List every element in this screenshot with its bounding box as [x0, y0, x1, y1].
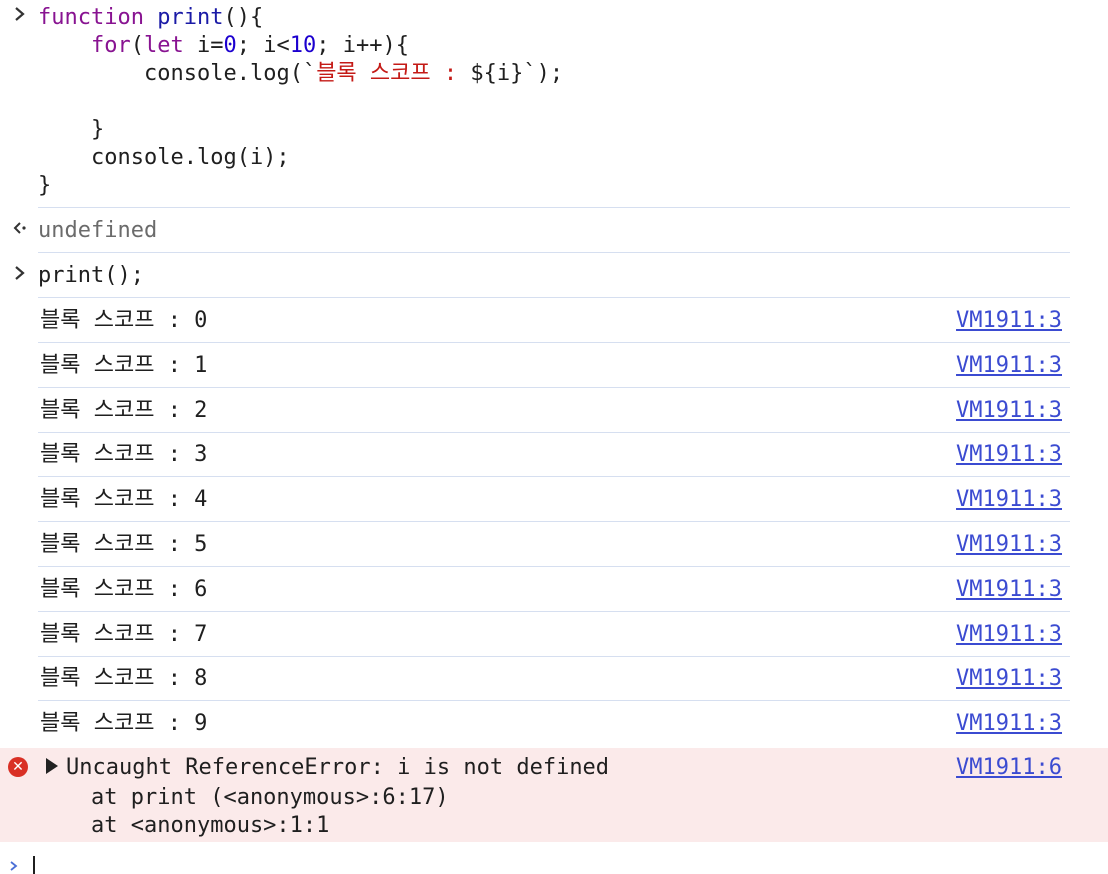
stack-frame-2: at <anonymous>:1:1 — [91, 813, 330, 838]
log-source-link[interactable]: VM1911:3 — [956, 665, 1062, 693]
code-template-expr: ${i}`); — [470, 61, 564, 86]
chevron-right-icon-svg — [15, 266, 25, 280]
row-separator — [38, 297, 1070, 298]
code-line-2: for(let i=0; i<10; i++){ — [91, 32, 409, 60]
keyword-function: function — [38, 5, 144, 30]
result-undefined: undefined — [38, 218, 158, 243]
chevron-right-icon — [10, 263, 30, 288]
code-punct: (){ — [223, 5, 264, 30]
log-source-link[interactable]: VM1911:3 — [956, 621, 1062, 649]
code-number: 0 — [223, 33, 237, 58]
log-source-link[interactable]: VM1911:3 — [956, 352, 1062, 380]
code-punct: ; i++){ — [316, 33, 409, 58]
log-message: 블록 스코프 : 6 — [40, 577, 208, 602]
keyword-for: for — [91, 33, 131, 58]
log-source-link[interactable]: VM1911:3 — [956, 710, 1062, 738]
code-punct: ; i< — [236, 33, 290, 58]
row-separator — [38, 656, 1070, 657]
error-message-block: ✕ Uncaught ReferenceError: i is not defi… — [0, 748, 1108, 842]
code-line-1: function print(){ — [38, 4, 263, 32]
console-input-caret[interactable] — [33, 856, 35, 874]
expand-triangle-icon[interactable] — [46, 758, 58, 774]
code-line-7: } — [38, 173, 52, 198]
chevron-right-icon — [4, 856, 24, 874]
code-call: console.log(` — [144, 61, 317, 86]
chevron-right-icon-svg — [15, 7, 25, 21]
code-punct: ( — [130, 33, 144, 58]
stack-frame-1: at print (<anonymous>:6:17) — [91, 785, 449, 810]
log-source-link[interactable]: VM1911:3 — [956, 486, 1062, 514]
row-separator — [38, 476, 1070, 477]
row-separator — [38, 700, 1070, 701]
keyword-let: let — [144, 33, 184, 58]
row-separator — [38, 252, 1070, 253]
row-separator — [38, 566, 1070, 567]
input-print-call: print(); — [38, 263, 144, 288]
log-message: 블록 스코프 : 0 — [40, 308, 208, 333]
code-number: 10 — [289, 33, 317, 58]
log-message: 블록 스코프 : 5 — [40, 532, 208, 557]
log-message: 블록 스코프 : 3 — [40, 442, 208, 467]
function-name: print — [157, 5, 224, 30]
log-source-link[interactable]: VM1911:3 — [956, 441, 1062, 469]
log-source-link[interactable]: VM1911:3 — [956, 576, 1062, 604]
chevron-right-icon-svg — [10, 861, 18, 871]
log-message: 블록 스코프 : 8 — [40, 666, 208, 691]
chevron-right-icon — [10, 4, 30, 29]
log-message: 블록 스코프 : 9 — [40, 711, 208, 736]
row-separator — [38, 387, 1070, 388]
code-var: i= — [183, 33, 224, 58]
code-line-3: console.log(`블록 스코프 : ${i}`); — [144, 60, 563, 88]
row-separator — [38, 342, 1070, 343]
log-message: 블록 스코프 : 2 — [40, 398, 208, 423]
log-message: 블록 스코프 : 4 — [40, 487, 208, 512]
code-string: 블록 스코프 : — [316, 61, 471, 86]
devtools-console: function print(){ for(let i=0; i<10; i++… — [0, 0, 1108, 874]
code-line-6: console.log(i); — [91, 145, 290, 170]
error-source-link[interactable]: VM1911:6 — [956, 754, 1062, 782]
log-message: 블록 스코프 : 1 — [40, 353, 208, 378]
log-source-link[interactable]: VM1911:3 — [956, 531, 1062, 559]
row-separator — [38, 432, 1070, 433]
log-message: 블록 스코프 : 7 — [40, 622, 208, 647]
error-message: Uncaught ReferenceError: i is not define… — [66, 755, 610, 780]
code-line-5: } — [91, 117, 105, 142]
error-x-icon: ✕ — [8, 757, 28, 777]
row-separator — [38, 611, 1070, 612]
row-separator — [38, 207, 1070, 208]
return-arrow-icon — [10, 218, 30, 243]
log-source-link[interactable]: VM1911:3 — [956, 307, 1062, 335]
log-source-link[interactable]: VM1911:3 — [956, 397, 1062, 425]
return-arrow-icon-svg — [13, 222, 26, 234]
row-separator — [38, 521, 1070, 522]
